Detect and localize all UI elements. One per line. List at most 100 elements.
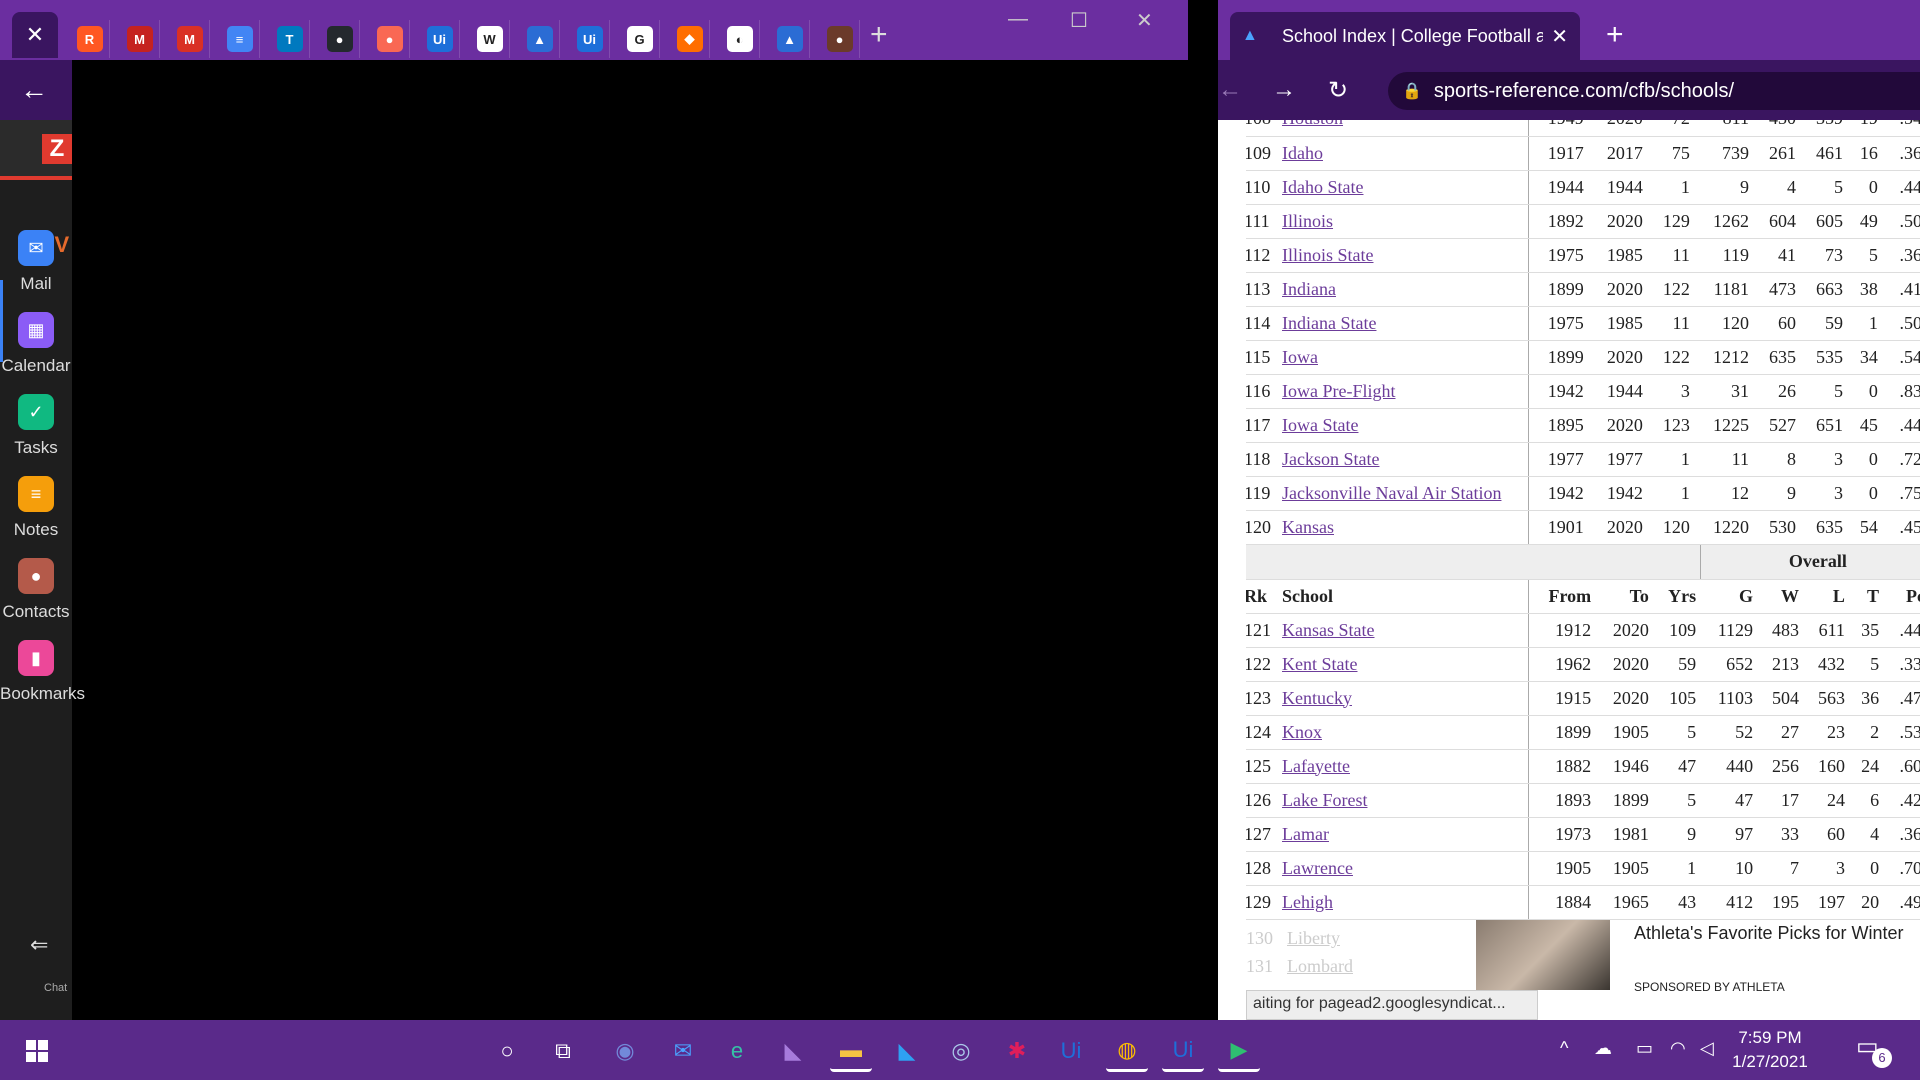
school-link[interactable]: Jackson State: [1282, 449, 1379, 469]
volume-icon[interactable]: ◁: [1700, 1038, 1714, 1059]
school-link[interactable]: Lafayette: [1282, 756, 1350, 776]
show-hidden-icons[interactable]: ^: [1560, 1038, 1568, 1059]
pinned-tab[interactable]: T: [270, 20, 310, 58]
collapse-sidebar-icon[interactable]: ⇐: [30, 932, 48, 958]
sidebar-item-calendar[interactable]: ▦ Calendar: [0, 312, 72, 376]
pinned-tab[interactable]: ●: [320, 20, 360, 58]
school-link[interactable]: Lawrence: [1282, 858, 1353, 878]
pinned-tab[interactable]: ◐: [720, 20, 760, 58]
vscode-icon[interactable]: ◣: [886, 1030, 928, 1072]
school-link[interactable]: Kansas: [1282, 517, 1334, 537]
forward-button[interactable]: →: [1272, 76, 1296, 104]
school-link[interactable]: Illinois State: [1282, 245, 1374, 265]
school-link[interactable]: Idaho: [1282, 143, 1323, 163]
cell-rk: 118: [1246, 442, 1278, 477]
new-tab-button[interactable]: +: [1606, 18, 1624, 52]
chat-button[interactable]: Chat: [44, 982, 67, 994]
column-header-t[interactable]: T: [1848, 579, 1884, 614]
column-header-from[interactable]: From: [1528, 579, 1596, 614]
cortana-icon[interactable]: ○: [486, 1030, 528, 1072]
slack-icon[interactable]: ✱: [996, 1030, 1038, 1072]
pinned-tab[interactable]: R: [70, 20, 110, 58]
ad-title[interactable]: Athleta's Favorite Picks for Winter: [1634, 924, 1914, 942]
school-link[interactable]: Jacksonville Naval Air Station: [1282, 483, 1501, 503]
school-link[interactable]: Illinois: [1282, 211, 1333, 231]
task-view-icon[interactable]: ⧉: [542, 1030, 584, 1072]
school-link[interactable]: Idaho State: [1282, 177, 1363, 197]
pinned-tab[interactable]: W: [470, 20, 510, 58]
new-tab-button[interactable]: +: [870, 18, 888, 52]
chrome-icon[interactable]: ◍: [1106, 1030, 1148, 1072]
school-link[interactable]: Kansas State: [1282, 620, 1374, 640]
maximize-button[interactable]: ☐: [1070, 8, 1088, 33]
file-explorer-icon[interactable]: ▬: [830, 1030, 872, 1072]
pinned-tab[interactable]: M: [120, 20, 160, 58]
onedrive-icon[interactable]: ☁: [1594, 1038, 1612, 1059]
edge-icon[interactable]: e: [716, 1030, 758, 1072]
pinned-tab[interactable]: G: [620, 20, 660, 58]
pinned-tab[interactable]: ≡: [220, 20, 260, 58]
pinned-tab[interactable]: M: [170, 20, 210, 58]
pinned-tab[interactable]: Ui: [570, 20, 610, 58]
cell-school: Illinois: [1278, 204, 1529, 239]
mail-icon[interactable]: ✉: [662, 1030, 704, 1072]
postgres-icon[interactable]: ◎: [940, 1030, 982, 1072]
reload-button[interactable]: ↻: [1328, 76, 1348, 105]
cell-l: 432: [1803, 647, 1849, 682]
school-link[interactable]: Lamar: [1282, 824, 1329, 844]
sidebar-item-mail[interactable]: ✉ Mail: [0, 230, 72, 294]
uipath-icon[interactable]: Ui: [1050, 1030, 1092, 1072]
column-header-g[interactable]: G: [1700, 579, 1758, 614]
visual-studio-icon[interactable]: ◣: [772, 1030, 814, 1072]
player-icon[interactable]: ▶: [1218, 1030, 1260, 1072]
wifi-icon[interactable]: ◠: [1670, 1038, 1686, 1059]
pinned-tab[interactable]: ◆: [670, 20, 710, 58]
close-window-button[interactable]: ✕: [1136, 8, 1153, 33]
sidebar-item-bookmarks[interactable]: ▮ Bookmarks: [0, 640, 85, 704]
school-link[interactable]: Indiana: [1282, 279, 1336, 299]
school-link[interactable]: Iowa: [1282, 347, 1318, 367]
pinned-tab[interactable]: ▲: [770, 20, 810, 58]
school-link[interactable]: Houston: [1282, 120, 1343, 128]
battery-icon[interactable]: ▭: [1636, 1038, 1653, 1059]
sidebar-item-notes[interactable]: ≡ Notes: [0, 476, 72, 540]
start-button[interactable]: [16, 1030, 58, 1072]
active-tab[interactable]: ▲ School Index | College Football at ✕: [1230, 12, 1580, 60]
column-header-school[interactable]: School: [1278, 579, 1529, 614]
clock[interactable]: 7:59 PM 1/27/2021: [1720, 1026, 1820, 1074]
ad-image[interactable]: [1476, 920, 1610, 990]
pinned-tab[interactable]: ●: [370, 20, 410, 58]
school-link[interactable]: Kent State: [1282, 654, 1357, 674]
school-link[interactable]: Kentucky: [1282, 688, 1352, 708]
school-link[interactable]: Knox: [1282, 722, 1322, 742]
school-link[interactable]: Lake Forest: [1282, 790, 1367, 810]
sidebar-item-tasks[interactable]: ✓ Tasks: [0, 394, 72, 458]
uipath-studio-icon[interactable]: Ui: [1162, 1030, 1204, 1072]
pinned-tab[interactable]: Ui: [420, 20, 460, 58]
school-link[interactable]: Iowa Pre-Flight: [1282, 381, 1395, 401]
minimize-button[interactable]: —: [1008, 8, 1028, 31]
pinned-tab[interactable]: ▲: [520, 20, 560, 58]
back-button[interactable]: ←: [1218, 76, 1242, 104]
close-tab-icon[interactable]: ✕: [26, 22, 44, 48]
column-header-pct[interactable]: Pct: [1883, 579, 1920, 614]
table-row: 125Lafayette 188219464744025616024.609: [1246, 749, 1920, 784]
school-link[interactable]: Iowa State: [1282, 415, 1358, 435]
cell-school: Idaho State: [1278, 170, 1529, 205]
cell-from: 1895: [1528, 408, 1588, 443]
cell-from: 1899: [1528, 340, 1588, 375]
discord-icon[interactable]: ◉: [604, 1030, 646, 1072]
back-button[interactable]: ←: [20, 74, 48, 106]
address-bar[interactable]: 🔒 sports-reference.com/cfb/schools/: [1388, 72, 1920, 110]
active-tab[interactable]: ✕: [12, 12, 58, 58]
column-header-rk[interactable]: Rk: [1246, 579, 1278, 614]
school-link[interactable]: Lehigh: [1282, 892, 1333, 912]
close-tab-icon[interactable]: ✕: [1551, 24, 1568, 49]
sidebar-item-contacts[interactable]: ● Contacts: [0, 558, 72, 622]
column-header-yrs[interactable]: Yrs: [1652, 579, 1701, 614]
column-header-w[interactable]: W: [1757, 579, 1803, 614]
column-header-to[interactable]: To: [1595, 579, 1653, 614]
school-link[interactable]: Indiana State: [1282, 313, 1376, 333]
column-header-l[interactable]: L: [1803, 579, 1849, 614]
pinned-tab[interactable]: ●: [820, 20, 860, 58]
